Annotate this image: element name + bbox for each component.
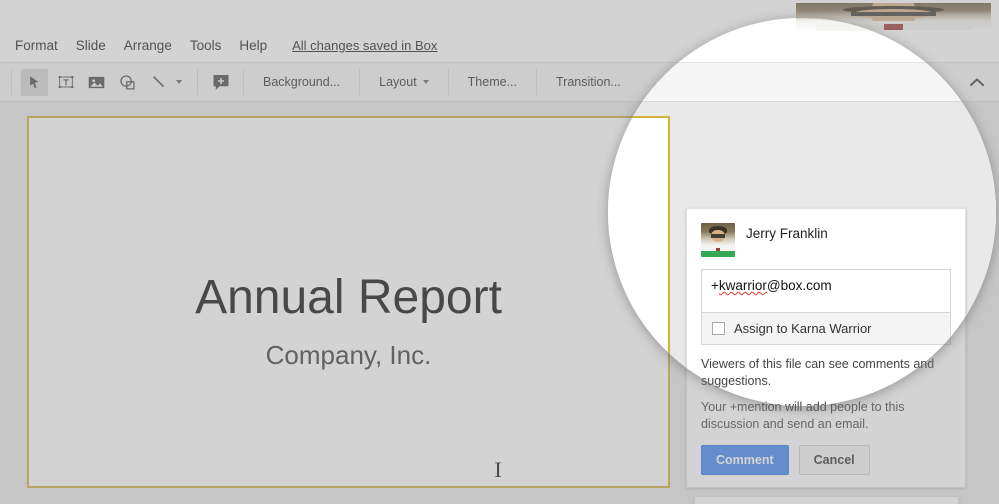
magnifier-spotlight: PRESENT: [608, 18, 996, 406]
comments-rail: Jerry Franklin +kwarrior@box.com Assign …: [686, 204, 966, 406]
avatar: [701, 223, 735, 257]
toolbar: [608, 62, 996, 102]
theme-button[interactable]: Theme...: [456, 69, 529, 95]
insert-shape-icon[interactable]: [114, 69, 141, 96]
toolbar-divider: [447, 69, 449, 95]
mention-username: kwarrior: [718, 278, 767, 293]
menu-item-help[interactable]: Help: [230, 34, 276, 57]
save-status-link[interactable]: All changes saved in Box: [292, 38, 437, 53]
top-chrome-strip: PRESENT: [608, 18, 996, 31]
composer-actions: Comment Cancel: [701, 445, 951, 475]
slide-canvas[interactable]: Annual Report Company, Inc.: [27, 116, 670, 488]
slide-title[interactable]: Annual Report: [29, 270, 668, 325]
visibility-note: Viewers of this file can see comments an…: [701, 357, 935, 388]
chevron-up-icon[interactable]: [969, 77, 985, 88]
menu-item-format[interactable]: Format: [6, 34, 67, 57]
layout-label: Layout: [379, 75, 417, 89]
add-comment-icon[interactable]: [207, 69, 234, 96]
mention-domain: @box.com: [766, 278, 832, 293]
select-cursor-icon[interactable]: [21, 68, 48, 96]
assign-to-row[interactable]: Assign to Karna Warrior: [701, 313, 951, 345]
insert-image-icon[interactable]: [83, 69, 110, 96]
menu-item-tools[interactable]: Tools: [181, 34, 231, 57]
magnifier-content: PRESENT: [608, 18, 996, 406]
comment-input[interactable]: +kwarrior@box.com: [701, 269, 951, 313]
editing-canvas: Jerry Franklin +kwarrior@box.com Assign …: [608, 102, 996, 406]
top-right-actions: PRESENT: [796, 18, 991, 31]
toolbar-divider: [197, 69, 198, 95]
assign-label: Assign to Karna Warrior: [734, 321, 872, 336]
text-cursor-icon: I: [494, 457, 502, 482]
mention-prefix: +: [711, 278, 719, 293]
avatar[interactable]: [796, 18, 991, 32]
layout-button[interactable]: Layout: [367, 69, 441, 95]
toolbar-divider: [243, 69, 244, 95]
chevron-down-icon: [422, 80, 429, 84]
composer-header: Jerry Franklin: [701, 223, 951, 257]
slide-subtitle[interactable]: Company, Inc.: [29, 340, 668, 371]
comment-composer: Jerry Franklin +kwarrior@box.com Assign …: [686, 208, 966, 406]
toolbar-divider: [11, 69, 12, 95]
menu-item-arrange[interactable]: Arrange: [115, 34, 181, 57]
composer-author-name: Jerry Franklin: [746, 226, 828, 241]
avatar-photo: [796, 18, 991, 31]
app-highlight-layer: PRESENT: [608, 18, 996, 406]
toolbar-divider: [359, 69, 361, 95]
assign-checkbox[interactable]: [712, 322, 725, 335]
slide-canvas[interactable]: [608, 116, 670, 406]
text-box-icon[interactable]: [52, 69, 79, 96]
online-status-indicator: [701, 251, 735, 257]
comment-card[interactable]: Jerry Franklin 2:01 PM Today Resolve See…: [694, 496, 959, 504]
insert-line-icon[interactable]: [145, 69, 172, 96]
chevron-down-icon[interactable]: [176, 80, 182, 84]
comment-submit-button[interactable]: Comment: [701, 445, 789, 475]
menu-item-slide[interactable]: Slide: [67, 34, 115, 57]
cancel-button[interactable]: Cancel: [798, 445, 870, 475]
toolbar-divider: [536, 69, 537, 95]
mention-note: Your +mention will add people to this di…: [701, 399, 951, 406]
background-button[interactable]: Background...: [251, 69, 352, 95]
slides-editor-window: PRESENT Format Slide Arrange Tools Help …: [0, 0, 999, 504]
